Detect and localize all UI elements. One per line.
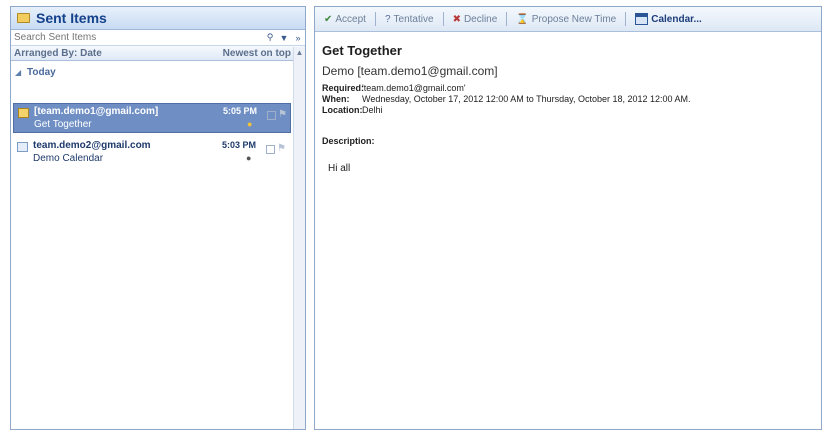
search-options-dropdown-icon[interactable]: ▼ <box>277 31 291 45</box>
flag-icon[interactable]: ⚑ <box>277 143 286 154</box>
toolbar-divider <box>374 12 376 26</box>
search-bar: ⚲ ▼ » <box>11 30 305 46</box>
accept-button[interactable]: ✔ Accept <box>321 14 369 25</box>
importance-icon: ● <box>246 153 252 163</box>
required-attendees-row: Required: 'team.demo1@gmail.com' <box>322 83 466 93</box>
location-value: Delhi <box>362 105 383 115</box>
when-row: When: Wednesday, October 17, 2012 12:00 … <box>322 94 691 104</box>
calendar-button[interactable]: Calendar... <box>632 13 705 25</box>
question-icon: ? <box>384 13 391 25</box>
description-label: Description: <box>322 136 375 146</box>
toolbar-divider <box>506 12 508 26</box>
tentative-button[interactable]: ? Tentative <box>382 14 437 25</box>
mail-subject: Get Together <box>34 119 92 130</box>
decline-button[interactable]: ✖ Decline <box>450 14 501 25</box>
search-icon[interactable]: ⚲ <box>263 31 277 45</box>
mail-list-item[interactable]: team.demo2@gmail.com Demo Calendar 5:03 … <box>13 138 291 168</box>
scroll-up-icon[interactable]: ▲ <box>294 47 305 59</box>
calendar-label: Calendar... <box>651 13 702 25</box>
folder-icon <box>17 13 30 23</box>
reading-pane: ✔ Accept ? Tentative ✖ Decline ⌛ Propose… <box>314 6 822 430</box>
calendar-icon <box>635 13 649 25</box>
checkmark-icon: ✔ <box>324 13 333 25</box>
clock-icon: ⌛ <box>516 13 529 25</box>
arranged-by-label[interactable]: Arranged By: Date <box>14 48 102 59</box>
search-input[interactable] <box>11 30 263 45</box>
accept-label: Accept <box>335 13 366 25</box>
group-header-today[interactable]: ◢ Today <box>11 61 305 83</box>
meeting-request-icon <box>18 108 29 118</box>
required-value[interactable]: 'team.demo1@gmail.com' <box>362 83 466 93</box>
arrange-bar: Arranged By: Date Newest on top <box>11 46 305 61</box>
mail-subject: Demo Calendar <box>33 153 104 164</box>
mail-sender: team.demo2@gmail.com <box>33 140 151 151</box>
category-box[interactable] <box>267 111 276 120</box>
mail-list-scrollbar[interactable]: ▲ <box>293 47 305 429</box>
message-body: Hi all <box>328 163 351 174</box>
group-label: Today <box>27 66 56 78</box>
mail-list-item[interactable]: [team.demo1@gmail.com] Get Together 5:05… <box>13 103 291 133</box>
location-label: Location: <box>322 105 363 115</box>
required-label: Required: <box>322 83 365 93</box>
category-box[interactable] <box>266 145 275 154</box>
meeting-toolbar: ✔ Accept ? Tentative ✖ Decline ⌛ Propose… <box>315 7 821 32</box>
expand-search-icon[interactable]: » <box>291 31 305 45</box>
propose-label: Propose New Time <box>531 13 617 25</box>
folder-title: Sent Items <box>36 10 107 26</box>
folder-header: Sent Items <box>11 7 305 30</box>
flag-icon[interactable]: ⚑ <box>278 109 287 120</box>
sort-order-toggle[interactable]: Newest on top <box>223 48 291 59</box>
collapse-icon[interactable]: ◢ <box>15 68 23 77</box>
sent-items-pane: Sent Items ⚲ ▼ » Arranged By: Date Newes… <box>10 6 306 430</box>
location-row: Location: Delhi <box>322 105 383 115</box>
mail-time: 5:03 PM <box>222 140 257 150</box>
importance-icon: ● <box>247 119 253 129</box>
mail-sender: [team.demo1@gmail.com] <box>34 106 159 117</box>
tentative-label: Tentative <box>393 13 434 25</box>
toolbar-divider <box>625 12 627 26</box>
meeting-request-icon <box>17 142 28 152</box>
message-sender[interactable]: Demo [team.demo1@gmail.com] <box>322 64 498 78</box>
when-label: When: <box>322 94 350 104</box>
propose-new-time-button[interactable]: ⌛ Propose New Time <box>513 14 619 25</box>
toolbar-divider <box>442 12 444 26</box>
message-title: Get Together <box>322 43 402 58</box>
mail-time: 5:05 PM <box>223 106 258 116</box>
x-icon: ✖ <box>452 13 461 25</box>
decline-label: Decline <box>463 13 498 25</box>
when-value: Wednesday, October 17, 2012 12:00 AM to … <box>362 94 691 104</box>
